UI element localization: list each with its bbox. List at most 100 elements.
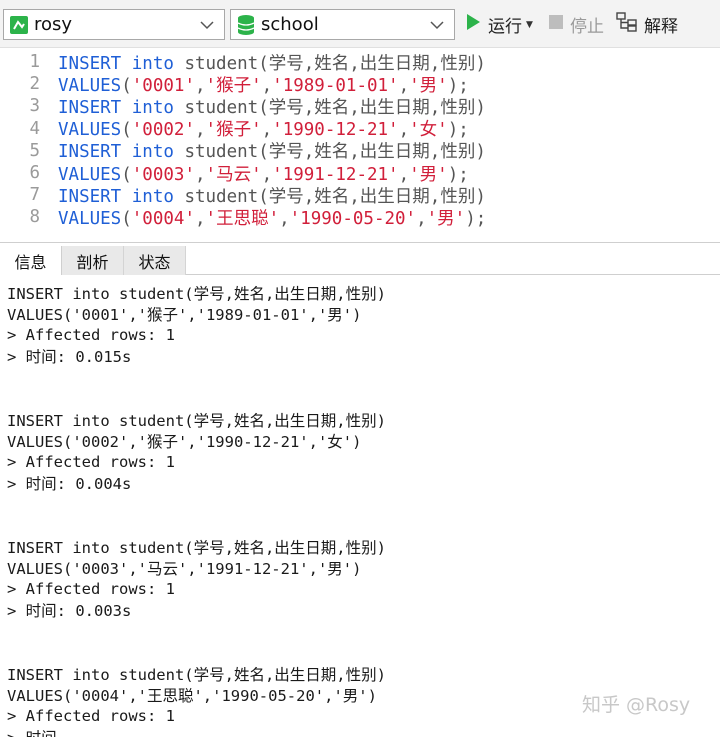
message-time: > 时间: 0.003s (7, 601, 132, 620)
message-values: VALUES('0004','王思聪','1990-05-20','男') (7, 686, 377, 705)
code-token: '1990-05-20' (289, 208, 417, 229)
stop-button[interactable]: 停止 (548, 9, 604, 40)
message-values: VALUES('0001','猴子','1989-01-01','男') (7, 305, 362, 324)
code-token: '1989-01-01' (272, 75, 399, 96)
message-time: > 时间: 0.004s (7, 474, 132, 493)
code-token: '王思聪' (205, 208, 280, 229)
code-token: INSERT into (58, 142, 174, 163)
code-token: student(学号,姓名,出生日期,性别) (173, 97, 486, 118)
message-values: VALUES('0002','猴子','1990-12-21','女') (7, 432, 362, 451)
code-token: ( (121, 164, 132, 185)
code-token: ); (447, 164, 469, 185)
code-token: VALUES (58, 164, 122, 185)
code-token: , (416, 208, 427, 229)
run-label: 运行 (488, 17, 522, 37)
code-token: , (261, 164, 273, 185)
database-select[interactable]: school (230, 9, 455, 40)
editor-line: 3 INSERT into student(学号,姓名,出生日期,性别) (0, 95, 720, 118)
message-time: > 时间: 0.015s (7, 347, 132, 366)
code-token: '0003' (131, 164, 195, 185)
connection-icon (8, 14, 30, 36)
code-token: , (398, 164, 410, 185)
code-token: , (194, 208, 206, 229)
message-sql: INSERT into student(学号,姓名,出生日期,性别) (7, 665, 386, 684)
message-sql: INSERT into student(学号,姓名,出生日期,性别) (7, 538, 386, 557)
message-values: VALUES('0003','马云','1991-12-21','男') (7, 559, 362, 578)
explain-icon (616, 12, 638, 37)
chevron-down-icon (426, 14, 448, 36)
code-token: , (279, 208, 290, 229)
message-affected-rows: > Affected rows: 1 (7, 452, 175, 471)
code-token: ); (447, 75, 469, 96)
code-token: ( (121, 208, 132, 229)
code-token: '男' (409, 75, 448, 96)
toolbar: rosy school 运行 ▼ 停止 解释 (0, 0, 720, 48)
explain-label: 解释 (644, 17, 678, 37)
code-text: VALUES('0004','王思聪','1990-05-20','男'); (58, 205, 486, 230)
tab-profile[interactable]: 剖析 (62, 246, 124, 275)
code-token: '1990-12-21' (272, 120, 399, 141)
run-dropdown-icon[interactable]: ▼ (526, 20, 533, 30)
code-token: , (261, 120, 273, 141)
code-token: '马云' (205, 164, 262, 185)
code-token: student(学号,姓名,出生日期,性别) (173, 186, 486, 207)
tab-status[interactable]: 状态 (124, 246, 186, 275)
explain-button[interactable]: 解释 (616, 9, 678, 40)
code-token: INSERT into (58, 97, 174, 118)
code-token: , (194, 75, 206, 96)
run-button[interactable]: 运行 ▼ (464, 9, 533, 40)
line-number: 5 (29, 140, 40, 161)
editor-line: 4 VALUES('0002','猴子','1990-12-21','女'); (0, 118, 720, 141)
line-number: 7 (29, 185, 40, 206)
message-sql: INSERT into student(学号,姓名,出生日期,性别) (7, 411, 386, 430)
watermark: 知乎 @Rosy (582, 694, 691, 716)
database-name: school (261, 14, 319, 35)
code-token: '猴子' (205, 120, 262, 141)
editor-line: 2 VALUES('0001','猴子','1989-01-01','男'); (0, 73, 720, 96)
code-token: ); (447, 120, 469, 141)
line-number: 1 (29, 52, 40, 72)
code-token: VALUES (58, 208, 122, 229)
code-token: '0002' (131, 120, 195, 141)
line-number: 6 (29, 163, 40, 183)
editor-line: 8 VALUES('0004','王思聪','1990-05-20','男'); (0, 205, 720, 230)
code-token: INSERT into (58, 53, 174, 74)
database-icon (235, 14, 257, 36)
code-token: , (398, 120, 410, 141)
result-tabs: 信息 剖析 状态 (0, 242, 720, 275)
tab-info[interactable]: 信息 (0, 246, 62, 275)
connection-name: rosy (34, 14, 73, 35)
message-affected-rows: > Affected rows: 1 (7, 579, 175, 598)
code-token: '男' (426, 208, 466, 229)
code-token: '猴子' (205, 75, 262, 96)
code-token: '0004' (131, 208, 195, 229)
line-number: 3 (29, 96, 40, 117)
message-affected-rows: > Affected rows: 1 (7, 706, 175, 725)
code-token: ( (121, 75, 132, 96)
message-sql: INSERT into student(学号,姓名,出生日期,性别) (7, 284, 386, 303)
code-token: , (261, 75, 273, 96)
connection-select[interactable]: rosy (3, 9, 225, 40)
message-time: > 时间 (7, 726, 57, 737)
code-token: VALUES (58, 75, 122, 96)
code-token: student(学号,姓名,出生日期,性别) (173, 142, 486, 163)
code-token: '女' (409, 120, 448, 141)
code-token: '0001' (131, 75, 195, 96)
code-token: student(学号,姓名,出生日期,性别) (173, 53, 486, 74)
play-icon (464, 13, 482, 36)
message-affected-rows: > Affected rows: 1 (7, 325, 175, 344)
code-token: '1991-12-21' (272, 164, 399, 185)
code-token: , (194, 164, 206, 185)
editor-line: 6 VALUES('0003','马云','1991-12-21','男'); (0, 162, 720, 185)
code-token: ( (121, 120, 132, 141)
line-number: 2 (29, 74, 40, 95)
line-number: 8 (29, 207, 40, 228)
line-number: 4 (29, 118, 40, 139)
code-token: '男' (409, 164, 448, 185)
editor-line: 5 INSERT into student(学号,姓名,出生日期,性别) (0, 140, 720, 163)
sql-editor[interactable]: 1 INSERT into student(学号,姓名,出生日期,性别) 2 VALU… (0, 48, 720, 242)
code-token: , (398, 75, 410, 96)
message-panel: INSERT into student(学号,姓名,出生日期,性别) VALUES… (0, 275, 720, 737)
stop-icon (548, 14, 564, 35)
editor-line: 1 INSERT into student(学号,姓名,出生日期,性别) (0, 51, 720, 74)
